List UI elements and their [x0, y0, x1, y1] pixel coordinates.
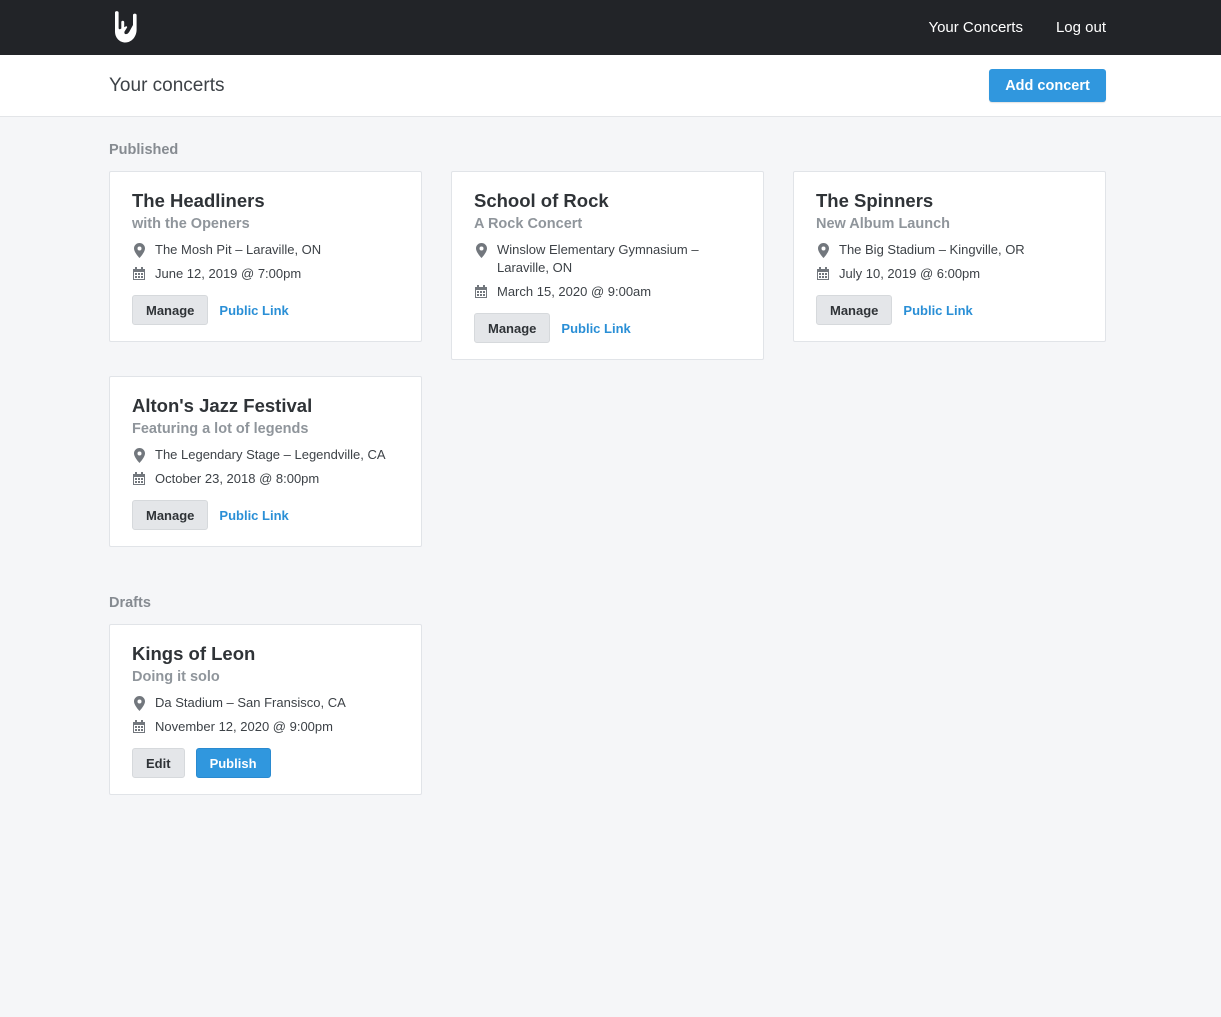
concert-subtitle: Doing it solo — [132, 669, 220, 685]
card-actions: Manage Public Link — [816, 295, 1083, 325]
map-pin-icon — [132, 446, 146, 464]
publish-button[interactable]: Publish — [195, 748, 271, 778]
public-link[interactable]: Public Link — [561, 321, 630, 336]
manage-button[interactable]: Manage — [816, 295, 893, 325]
manage-button[interactable]: Manage — [132, 500, 209, 530]
edit-button[interactable]: Edit — [132, 748, 185, 778]
top-navbar: Your Concerts Log out — [0, 0, 1221, 55]
concert-card: The Spinners New Album Launch The Big St… — [793, 171, 1106, 342]
concert-location-row: Winslow Elementary Gymnasium – Laraville… — [474, 241, 741, 277]
draft-concert-card: Kings of Leon Doing it solo Da Stadium –… — [109, 624, 422, 795]
card-actions: Manage Public Link — [474, 313, 741, 343]
concert-location: The Legendary Stage – Legendville, CA — [155, 447, 386, 462]
calendar-icon — [132, 718, 146, 736]
published-section-heading: Published — [109, 142, 179, 158]
concert-date: June 12, 2019 @ 7:00pm — [155, 266, 302, 281]
concert-subtitle: New Album Launch — [816, 216, 950, 232]
concert-title: Kings of Leon — [132, 643, 256, 664]
concert-title: Alton's Jazz Festival — [132, 395, 313, 416]
concert-date: March 15, 2020 @ 9:00am — [497, 284, 652, 299]
concert-date-row: March 15, 2020 @ 9:00am — [474, 283, 741, 301]
concert-location-row: Da Stadium – San Fransisco, CA — [132, 694, 399, 712]
concert-location: The Mosh Pit – Laraville, ON — [155, 242, 322, 257]
concert-title: The Spinners — [816, 190, 934, 211]
concert-date-row: October 23, 2018 @ 8:00pm — [132, 470, 399, 488]
calendar-icon — [474, 283, 488, 301]
concert-date-row: November 12, 2020 @ 9:00pm — [132, 718, 399, 736]
concert-card: Alton's Jazz Festival Featuring a lot of… — [109, 376, 422, 547]
concert-card: The Headliners with the Openers The Mosh… — [109, 171, 422, 342]
add-concert-button[interactable]: Add concert — [989, 69, 1106, 102]
concert-subtitle: with the Openers — [132, 216, 250, 232]
concert-date: October 23, 2018 @ 8:00pm — [155, 471, 320, 486]
card-actions: Manage Public Link — [132, 295, 399, 325]
calendar-icon — [132, 265, 146, 283]
map-pin-icon — [474, 241, 488, 259]
concert-location-row: The Mosh Pit – Laraville, ON — [132, 241, 399, 259]
concert-location: The Big Stadium – Kingville, OR — [839, 242, 1025, 257]
manage-button[interactable]: Manage — [132, 295, 209, 325]
concert-title: School of Rock — [474, 190, 609, 211]
nav-links: Your Concerts Log out — [928, 0, 1106, 55]
concert-date: November 12, 2020 @ 9:00pm — [155, 719, 333, 734]
card-actions: Manage Public Link — [132, 500, 399, 530]
concert-location-row: The Legendary Stage – Legendville, CA — [132, 446, 399, 464]
nav-logout-link[interactable]: Log out — [1056, 19, 1106, 36]
drafts-section-heading: Drafts — [109, 595, 151, 611]
map-pin-icon — [132, 241, 146, 259]
map-pin-icon — [816, 241, 830, 259]
concert-date-row: June 12, 2019 @ 7:00pm — [132, 265, 399, 283]
public-link[interactable]: Public Link — [219, 303, 288, 318]
public-link[interactable]: Public Link — [903, 303, 972, 318]
manage-button[interactable]: Manage — [474, 313, 551, 343]
public-link[interactable]: Public Link — [219, 508, 288, 523]
concert-title: The Headliners — [132, 190, 265, 211]
concert-date-row: July 10, 2019 @ 6:00pm — [816, 265, 1083, 283]
concert-subtitle: Featuring a lot of legends — [132, 421, 309, 437]
concert-subtitle: A Rock Concert — [474, 216, 583, 232]
concert-location: Winslow Elementary Gymnasium – Laraville… — [497, 242, 699, 275]
concert-card: School of Rock A Rock Concert Winslow El… — [451, 171, 764, 360]
concert-location: Da Stadium – San Fransisco, CA — [155, 695, 346, 710]
map-pin-icon — [132, 694, 146, 712]
calendar-icon — [132, 470, 146, 488]
card-actions: Edit Publish — [132, 748, 399, 778]
rock-hand-icon[interactable] — [111, 9, 145, 45]
nav-your-concerts-link[interactable]: Your Concerts — [928, 19, 1023, 36]
calendar-icon — [816, 265, 830, 283]
concert-date: July 10, 2019 @ 6:00pm — [839, 266, 981, 281]
page-title: Your concerts — [109, 75, 225, 96]
concert-location-row: The Big Stadium – Kingville, OR — [816, 241, 1083, 259]
page-header: Your concerts Add concert — [0, 55, 1221, 117]
